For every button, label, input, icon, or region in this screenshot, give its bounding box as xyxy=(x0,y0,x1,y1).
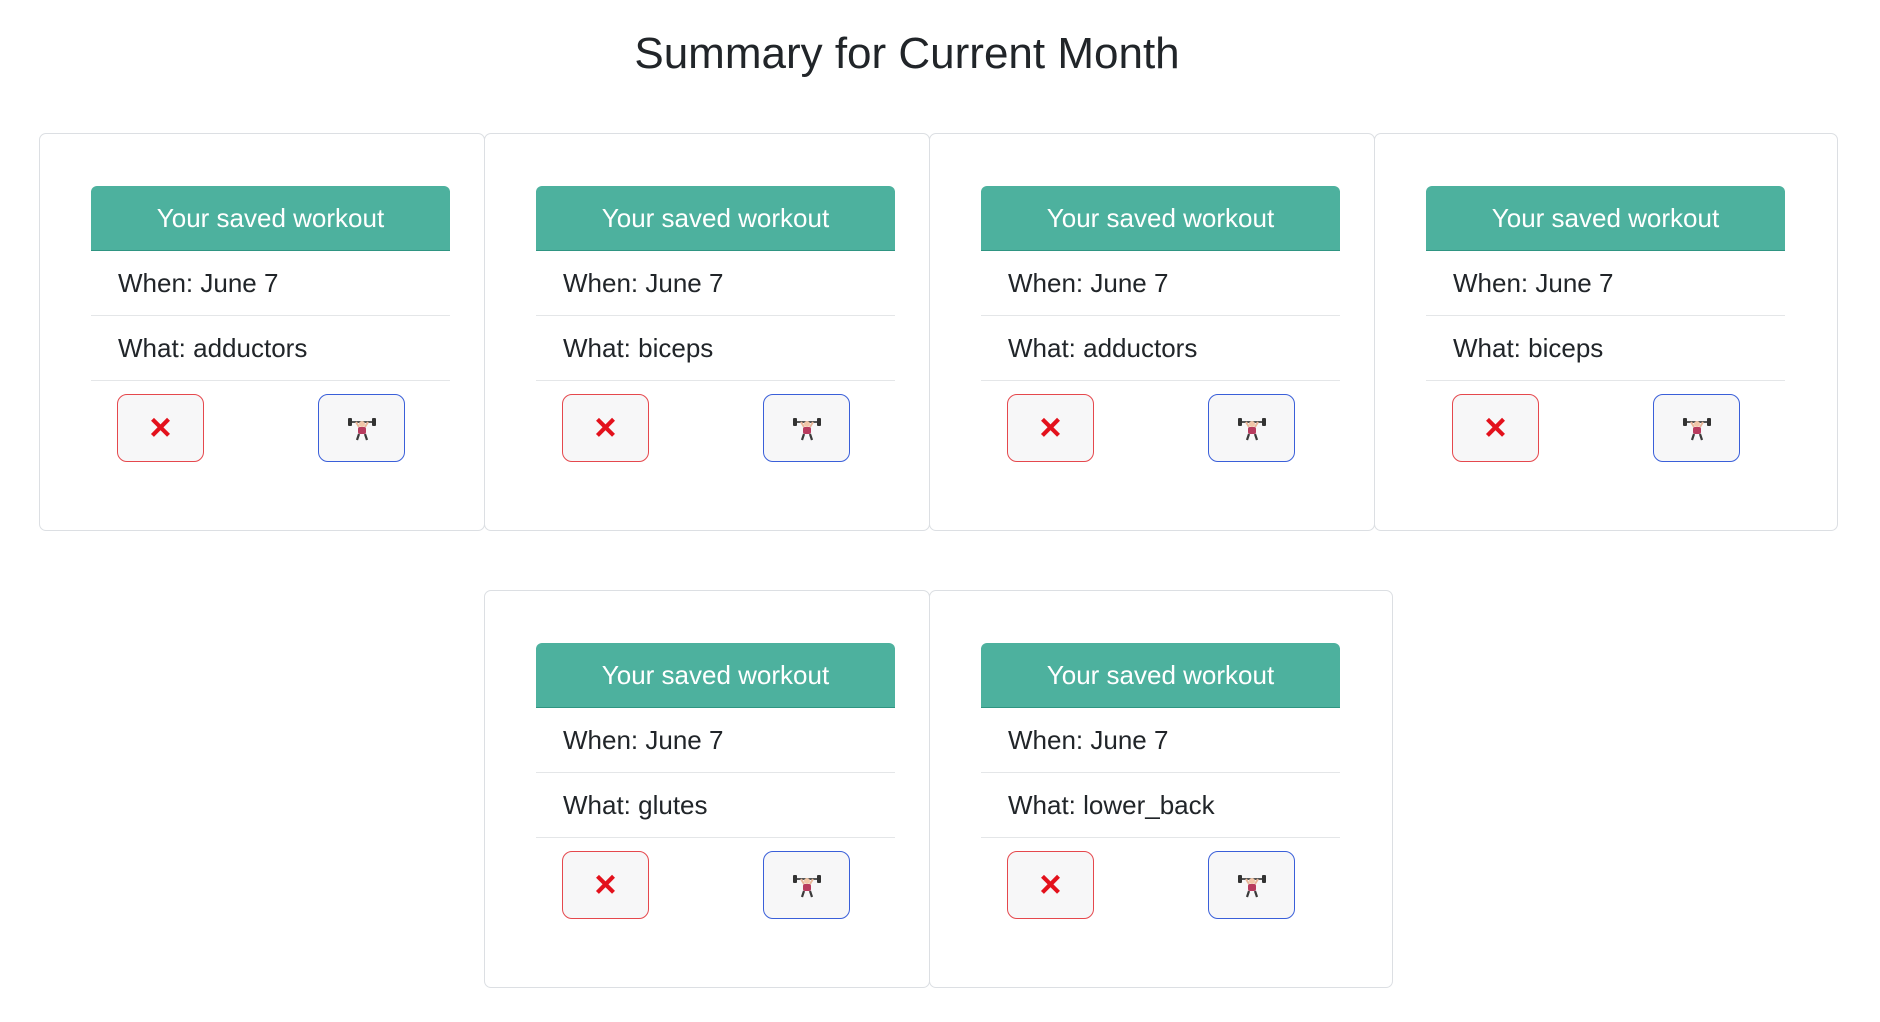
card-header: Your saved workout xyxy=(536,643,895,708)
cross-mark-icon: × xyxy=(1484,407,1507,449)
delete-workout-button[interactable]: × xyxy=(117,394,204,462)
start-workout-button[interactable] xyxy=(1208,851,1295,919)
workout-what: What: adductors xyxy=(981,316,1340,381)
start-workout-button[interactable] xyxy=(763,394,850,462)
weight-lifter-icon xyxy=(792,872,822,898)
card-actions: × xyxy=(536,838,895,924)
workout-when: When: June 7 xyxy=(1426,251,1785,316)
card-actions: × xyxy=(536,381,895,467)
weight-lifter-icon xyxy=(1682,415,1712,441)
workout-card: Your saved workout When: June 7 What: bi… xyxy=(1374,133,1838,531)
workout-row: Your saved workout When: June 7 What: gl… xyxy=(484,590,1393,988)
workout-list: Your saved workout When: June 7 What: bi… xyxy=(1426,186,1785,467)
summary-page: Summary for Current Month Your saved wor… xyxy=(0,0,1880,1022)
workout-what: What: biceps xyxy=(1426,316,1785,381)
workout-when: When: June 7 xyxy=(536,251,895,316)
workout-what: What: glutes xyxy=(536,773,895,838)
start-workout-button[interactable] xyxy=(1208,394,1295,462)
cross-mark-icon: × xyxy=(594,864,617,906)
workout-card: Your saved workout When: June 7 What: ad… xyxy=(39,133,485,531)
delete-workout-button[interactable]: × xyxy=(562,851,649,919)
card-header: Your saved workout xyxy=(981,186,1340,251)
page-title: Summary for Current Month xyxy=(634,29,1180,78)
card-actions: × xyxy=(981,381,1340,467)
weight-lifter-icon xyxy=(1237,415,1267,441)
workout-card: Your saved workout When: June 7 What: gl… xyxy=(484,590,930,988)
delete-workout-button[interactable]: × xyxy=(562,394,649,462)
weight-lifter-icon xyxy=(347,415,377,441)
workout-list: Your saved workout When: June 7 What: ad… xyxy=(91,186,450,467)
workout-list: Your saved workout When: June 7 What: gl… xyxy=(536,643,895,924)
start-workout-button[interactable] xyxy=(763,851,850,919)
cross-mark-icon: × xyxy=(594,407,617,449)
start-workout-button[interactable] xyxy=(1653,394,1740,462)
workout-list: Your saved workout When: June 7 What: lo… xyxy=(981,643,1340,924)
card-header: Your saved workout xyxy=(1426,186,1785,251)
delete-workout-button[interactable]: × xyxy=(1007,394,1094,462)
weight-lifter-icon xyxy=(1237,872,1267,898)
card-actions: × xyxy=(981,838,1340,924)
workout-card: Your saved workout When: June 7 What: lo… xyxy=(929,590,1393,988)
workout-card: Your saved workout When: June 7 What: ad… xyxy=(929,133,1375,531)
delete-workout-button[interactable]: × xyxy=(1007,851,1094,919)
card-actions: × xyxy=(91,381,450,467)
cross-mark-icon: × xyxy=(1039,407,1062,449)
workout-when: When: June 7 xyxy=(981,251,1340,316)
workout-when: When: June 7 xyxy=(91,251,450,316)
card-header: Your saved workout xyxy=(981,643,1340,708)
workout-row: Your saved workout When: June 7 What: ad… xyxy=(39,133,1838,531)
card-actions: × xyxy=(1426,381,1785,467)
cross-mark-icon: × xyxy=(149,407,172,449)
weight-lifter-icon xyxy=(792,415,822,441)
workout-list: Your saved workout When: June 7 What: ad… xyxy=(981,186,1340,467)
delete-workout-button[interactable]: × xyxy=(1452,394,1539,462)
workout-what: What: lower_back xyxy=(981,773,1340,838)
workout-list: Your saved workout When: June 7 What: bi… xyxy=(536,186,895,467)
workout-what: What: biceps xyxy=(536,316,895,381)
workout-what: What: adductors xyxy=(91,316,450,381)
card-header: Your saved workout xyxy=(536,186,895,251)
workout-card: Your saved workout When: June 7 What: bi… xyxy=(484,133,930,531)
workout-when: When: June 7 xyxy=(536,708,895,773)
card-header: Your saved workout xyxy=(91,186,450,251)
workout-when: When: June 7 xyxy=(981,708,1340,773)
cross-mark-icon: × xyxy=(1039,864,1062,906)
start-workout-button[interactable] xyxy=(318,394,405,462)
